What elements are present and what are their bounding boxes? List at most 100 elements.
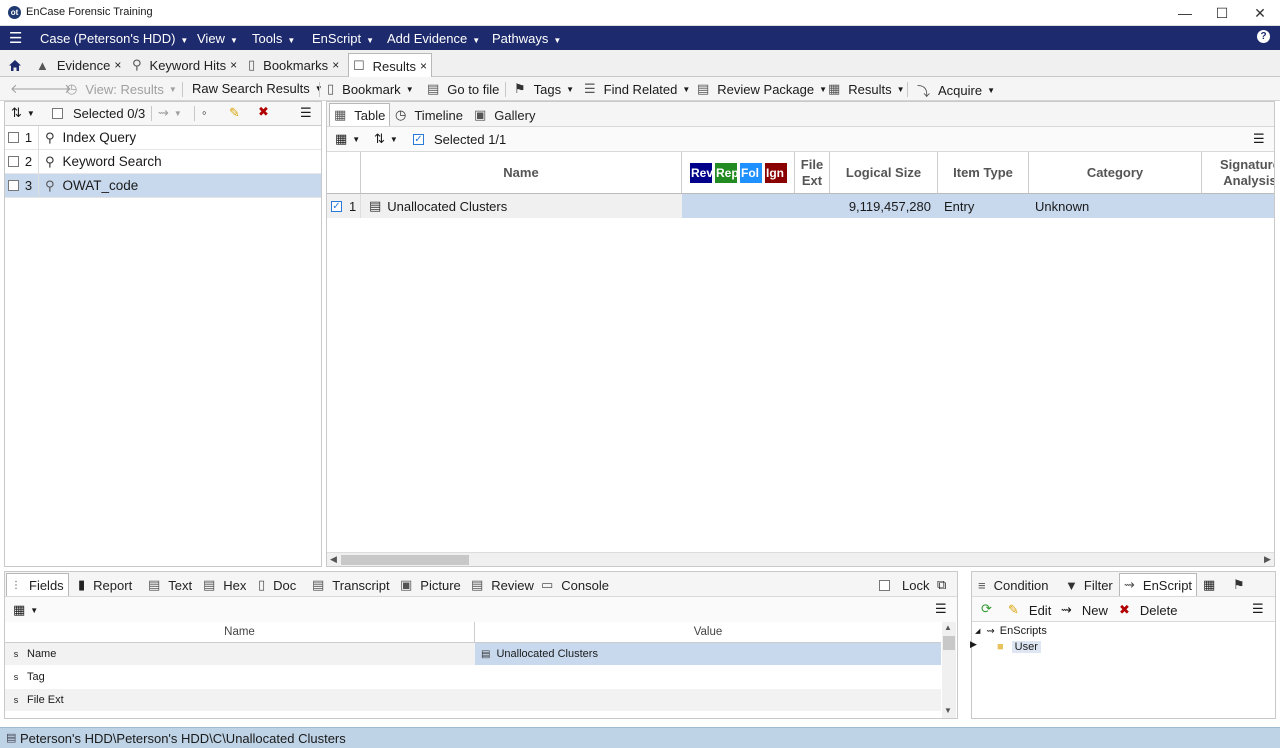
results-button[interactable]: ▦ Results ▼ bbox=[828, 81, 905, 97]
maximize-button[interactable]: ☐ bbox=[1203, 0, 1241, 26]
edit-pencil-icon[interactable]: ✎ bbox=[229, 105, 240, 121]
edit-button[interactable]: ✎ Edit bbox=[1008, 602, 1051, 618]
select-all-checkbox[interactable]: Selected 0/3 bbox=[52, 106, 145, 121]
review-package-button[interactable]: ▤ Review Package ▼ bbox=[697, 81, 827, 97]
menu-case[interactable]: Case (Peterson's HDD) ▼ bbox=[40, 31, 188, 46]
scroll-thumb[interactable] bbox=[943, 636, 955, 650]
tab-timeline[interactable]: ◷ Timeline bbox=[391, 103, 467, 127]
tab-evidence[interactable]: ▲ Evidence × bbox=[32, 53, 125, 77]
tab-hex[interactable]: ▤ Hex bbox=[199, 573, 250, 597]
branch-icon[interactable]: ⇝ ▼ bbox=[158, 105, 182, 121]
tab-picture[interactable]: ▣ Picture bbox=[396, 573, 465, 597]
gauge-icon[interactable]: ◦ bbox=[202, 105, 207, 120]
results-tree-pane: ⇅ ▼ Selected 0/3 ⇝ ▼ ◦ ✎ ✖ ☰ 1 ⚲ Index Que… bbox=[4, 101, 322, 567]
tab-keyword-hits[interactable]: ⚲ Keyword Hits × bbox=[128, 53, 241, 77]
scroll-right-icon[interactable]: ▶ bbox=[1264, 554, 1271, 565]
minimize-button[interactable]: — bbox=[1166, 0, 1204, 26]
grid-icon[interactable]: ▦ ▼ bbox=[13, 602, 38, 618]
fields-menu-icon[interactable]: ☰ bbox=[935, 601, 947, 617]
scroll-up-icon[interactable]: ▲ bbox=[944, 623, 952, 632]
lock-checkbox[interactable]: Lock bbox=[875, 573, 933, 597]
collapse-arrow-icon[interactable]: ▶ bbox=[970, 639, 977, 650]
list-item-selected[interactable]: 3 ⚲ OWAT_code bbox=[5, 173, 321, 198]
new-button[interactable]: ⇝ New bbox=[1061, 602, 1108, 618]
menu-view[interactable]: View ▼ bbox=[197, 31, 238, 46]
row-checkbox[interactable] bbox=[8, 156, 19, 167]
tab-close-icon[interactable]: × bbox=[230, 58, 237, 72]
delete-button[interactable]: ✖ Delete bbox=[1119, 602, 1177, 618]
column-header-logical-size[interactable]: Logical Size bbox=[830, 152, 938, 194]
sort-icon[interactable]: ⇅ ▼ bbox=[374, 131, 398, 147]
menu-add-evidence[interactable]: Add Evidence ▼ bbox=[387, 31, 480, 46]
column-header-item-type[interactable]: Item Type bbox=[938, 152, 1029, 194]
select-all-checkbox[interactable]: ✓ Selected 1/1 bbox=[413, 132, 506, 147]
scroll-thumb[interactable] bbox=[341, 555, 469, 565]
pin-icon[interactable]: ⧉ bbox=[933, 573, 950, 597]
tab-gallery[interactable]: ▣ Gallery bbox=[470, 103, 539, 127]
table-menu-icon[interactable]: ☰ bbox=[1253, 131, 1265, 147]
tag-icon[interactable]: ⚑ bbox=[1229, 573, 1249, 597]
menu-pathways[interactable]: Pathways ▼ bbox=[492, 31, 561, 46]
grid-icon[interactable]: ▦ bbox=[1199, 573, 1219, 597]
bookmark-button[interactable]: ▯ Bookmark ▼ bbox=[327, 81, 414, 97]
enscript-menu-icon[interactable]: ☰ bbox=[1252, 601, 1264, 617]
column-header-field-value[interactable]: Value bbox=[475, 622, 941, 643]
tab-results[interactable]: ☐ Results × bbox=[348, 53, 433, 78]
tab-report[interactable]: ▮ Report bbox=[74, 573, 136, 597]
tab-console[interactable]: ▭ Console bbox=[537, 573, 613, 597]
row-checkbox[interactable]: ✓ bbox=[331, 200, 342, 212]
folder-icon: ■ bbox=[997, 641, 1004, 653]
tab-close-icon[interactable]: × bbox=[114, 58, 121, 72]
tab-text[interactable]: ▤ Text bbox=[144, 573, 196, 597]
find-related-button[interactable]: ☰ Find Related ▼ bbox=[584, 81, 690, 97]
go-to-file-button[interactable]: ▤ Go to file bbox=[427, 81, 499, 97]
tab-filter[interactable]: ▼ Filter bbox=[1061, 573, 1117, 597]
row-checkbox[interactable] bbox=[8, 180, 19, 191]
tab-doc[interactable]: ▯ Doc bbox=[254, 573, 300, 597]
column-header-badges[interactable]: Rev Rep Fol Ign bbox=[682, 152, 795, 194]
tab-fields[interactable]: ⋮ Fields bbox=[6, 573, 69, 596]
horizontal-scrollbar[interactable]: ◀ ▶ bbox=[327, 552, 1274, 566]
tab-transcript[interactable]: ▤ Transcript bbox=[308, 573, 394, 597]
field-row[interactable]: s Tag bbox=[5, 666, 941, 688]
home-icon[interactable] bbox=[4, 53, 26, 77]
column-header-category[interactable]: Category bbox=[1029, 152, 1202, 194]
raw-search-results-button[interactable]: Raw Search Results▼ bbox=[192, 81, 323, 96]
tags-button[interactable]: ⚑ Tags ▼ bbox=[514, 81, 574, 97]
grid-icon[interactable]: ▦ ▼ bbox=[335, 131, 360, 147]
row-checkbox[interactable] bbox=[8, 132, 19, 143]
tree-node-user[interactable]: ■ User bbox=[997, 641, 1041, 653]
expand-icon[interactable]: ◢ bbox=[975, 627, 980, 635]
column-header-signature-analysis[interactable]: Signature Analysis bbox=[1202, 152, 1274, 194]
tab-review[interactable]: ▤ Review bbox=[467, 573, 538, 597]
list-item[interactable]: 2 ⚲ Keyword Search bbox=[5, 149, 321, 174]
scroll-left-icon[interactable]: ◀ bbox=[330, 554, 337, 565]
column-header-name[interactable]: Name bbox=[361, 152, 682, 194]
field-row[interactable]: s File Ext bbox=[5, 689, 941, 711]
field-row[interactable]: s Name ▤ Unallocated Clusters bbox=[5, 643, 941, 665]
tab-table[interactable]: ▦ Table bbox=[329, 103, 391, 126]
column-header-file-ext[interactable]: File Ext bbox=[795, 152, 830, 194]
scroll-down-icon[interactable]: ▼ bbox=[944, 706, 952, 715]
close-window-button[interactable]: ✕ bbox=[1241, 0, 1279, 26]
vertical-scrollbar[interactable]: ▲ ▼ bbox=[942, 622, 956, 718]
pane-menu-icon[interactable]: ☰ bbox=[300, 105, 312, 121]
refresh-icon[interactable]: ⟳ bbox=[981, 601, 992, 617]
hamburger-menu-icon[interactable]: ☰ bbox=[9, 29, 22, 47]
sort-icon[interactable]: ⇅ ▼ bbox=[11, 105, 35, 121]
view-results-button[interactable]: ◷ View: Results ▼ bbox=[66, 81, 177, 97]
acquire-button[interactable]: ⤵ Acquire ▼ bbox=[917, 81, 995, 100]
tab-enscript[interactable]: ⇝ EnScript bbox=[1119, 573, 1198, 596]
list-item[interactable]: 1 ⚲ Index Query bbox=[5, 125, 321, 150]
table-row[interactable]: ✓ 1 ▤ Unallocated Clusters 9,119,457,280… bbox=[327, 194, 1274, 218]
tab-bookmarks[interactable]: ▯ Bookmarks × bbox=[244, 53, 343, 77]
column-header-field-name[interactable]: Name bbox=[5, 622, 475, 643]
menu-enscript[interactable]: EnScript ▼ bbox=[312, 31, 374, 46]
help-icon[interactable]: ? bbox=[1257, 30, 1270, 43]
tab-close-icon[interactable]: × bbox=[420, 59, 427, 73]
tree-node-enscripts[interactable]: ◢ ⇝ EnScripts bbox=[975, 625, 1047, 637]
tab-condition[interactable]: ≡ Condition bbox=[974, 573, 1053, 597]
tab-close-icon[interactable]: × bbox=[332, 58, 339, 72]
delete-icon[interactable]: ✖ bbox=[258, 104, 269, 120]
menu-tools[interactable]: Tools ▼ bbox=[252, 31, 295, 46]
